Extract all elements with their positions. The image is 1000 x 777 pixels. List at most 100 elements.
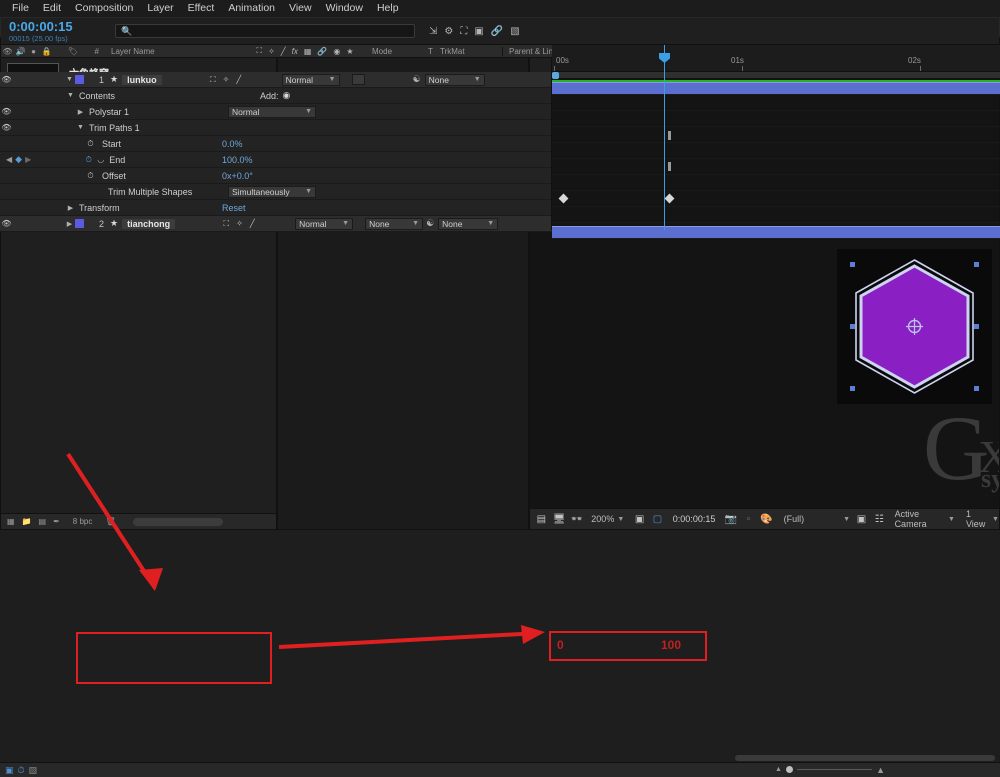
- hide-shy-layers-icon[interactable]: ⛶: [460, 26, 467, 37]
- transform-handle-bl[interactable]: [850, 386, 855, 391]
- track-row-trim-multiple[interactable]: [552, 191, 1000, 207]
- menu-item-animation[interactable]: Animation: [221, 0, 282, 17]
- parent-link-select[interactable]: None ▼: [424, 73, 485, 86]
- 3d-glasses-icon[interactable]: 👓: [571, 512, 584, 527]
- channel-icon[interactable]: 🎨: [760, 512, 773, 527]
- zoom-level-select[interactable]: 200% ▼: [591, 514, 624, 524]
- work-area-start-handle[interactable]: [552, 72, 559, 79]
- keyframe-next-icon[interactable]: ▶: [25, 155, 31, 164]
- property-value[interactable]: 100.0%: [222, 155, 253, 165]
- menu-item-file[interactable]: File: [5, 0, 36, 17]
- layer-twirl-icon[interactable]: ▼: [64, 76, 75, 83]
- track-row-contents[interactable]: [552, 95, 1000, 111]
- zoom-in-icon[interactable]: ▲: [876, 765, 885, 775]
- track-row-offset[interactable]: [552, 175, 1000, 191]
- track-row-transform[interactable]: [552, 207, 1000, 223]
- chevron-down-icon[interactable]: ▼: [474, 76, 481, 83]
- chevron-down-icon[interactable]: ▼: [843, 516, 850, 523]
- chevron-down-icon[interactable]: ▼: [617, 516, 624, 523]
- property-row-trim-multiple-shapes[interactable]: Trim Multiple Shapes Simultaneously ▼: [0, 184, 552, 200]
- parent-pickwhip-icon[interactable]: ☯: [426, 218, 434, 229]
- graph-editor-footer-icon[interactable]: ▧: [29, 765, 38, 776]
- motion-blur-icon[interactable]: 🔗: [491, 26, 503, 37]
- timeline-playhead[interactable]: [659, 45, 670, 230]
- property-row-polystar[interactable]: 👁 ▶ Polystar 1 Normal ▼: [0, 104, 552, 120]
- layer-label-color[interactable]: [75, 219, 84, 228]
- video-toggle[interactable]: 👁: [0, 219, 13, 228]
- trkmat-box[interactable]: [351, 74, 365, 85]
- transform-handle-ml[interactable]: [850, 324, 855, 329]
- toggle-transparency-icon[interactable]: ▤: [535, 512, 548, 527]
- adjust-exposure-icon[interactable]: ✒: [53, 517, 60, 526]
- parent-switch-icon[interactable]: ⛶: [210, 75, 216, 85]
- layer-mode-select[interactable]: Normal ▼: [281, 73, 340, 86]
- table-row[interactable]: 👁 ▼ 1 ★ lunkuo ⛶ ✧ ╱ Normal ▼ ☯ None ▼: [0, 72, 552, 88]
- layer-name[interactable]: tianchong: [122, 218, 176, 229]
- menu-item-window[interactable]: Window: [319, 0, 370, 17]
- property-row-end[interactable]: ◀ ◆ ▶ ⏱ ◡ End 100.0%: [0, 152, 552, 168]
- chevron-down-icon[interactable]: ▼: [487, 220, 494, 227]
- main-viewer-icon[interactable]: 🖥: [553, 512, 566, 527]
- mode-header[interactable]: Mode: [366, 47, 428, 56]
- zoom-slider-knob[interactable]: [785, 766, 793, 773]
- layer-name[interactable]: lunkuo: [122, 74, 162, 85]
- track-row-layer2[interactable]: [552, 223, 1000, 239]
- chevron-down-icon[interactable]: ▼: [329, 76, 336, 83]
- keyframe-diamond-end[interactable]: [664, 193, 675, 204]
- menu-item-effect[interactable]: Effect: [181, 0, 222, 17]
- keyframe-marker[interactable]: [668, 162, 671, 171]
- track-row-end[interactable]: [552, 159, 1000, 175]
- transform-handle-tl[interactable]: [850, 262, 855, 267]
- track-row-polystar[interactable]: [552, 111, 1000, 127]
- timeline-current-time[interactable]: 0:00:00:15: [1, 20, 101, 33]
- current-time-display[interactable]: 0:00:00:15: [673, 514, 716, 524]
- add-property-icon[interactable]: ◉: [283, 90, 291, 101]
- layer1-layer-bar[interactable]: [552, 82, 1000, 94]
- work-area-bar[interactable]: [552, 72, 1000, 79]
- transform-handle-br[interactable]: [974, 386, 979, 391]
- chevron-down-icon[interactable]: ▼: [305, 188, 312, 195]
- frame-blending-icon[interactable]: ▣: [474, 26, 483, 37]
- transform-reset-button[interactable]: Reset: [222, 203, 246, 213]
- region-of-interest-icon[interactable]: ▣: [633, 512, 646, 527]
- timeline-ruler[interactable]: 00s 01s 02s: [552, 45, 1000, 72]
- menu-item-edit[interactable]: Edit: [36, 0, 68, 17]
- trim-multiple-shapes-select[interactable]: Simultaneously ▼: [228, 185, 316, 198]
- snapshot-icon[interactable]: 📷: [724, 512, 737, 527]
- keyframe-diamond-start[interactable]: [558, 193, 569, 204]
- transform-twirl-icon[interactable]: ▶: [65, 204, 76, 212]
- chevron-down-icon[interactable]: ▼: [342, 220, 349, 227]
- table-row[interactable]: 👁 ▶ 2 ★ tianchong ⛶ ✧ ╱ Normal ▼ None ▼ …: [0, 216, 552, 232]
- keyframe-indicator-icon[interactable]: ◆: [15, 154, 22, 165]
- menu-item-layer[interactable]: Layer: [140, 0, 180, 17]
- draft-3d-icon[interactable]: ⚙: [444, 26, 453, 37]
- graph-editor-property-icon[interactable]: ◡: [97, 155, 104, 164]
- stopwatch-icon-active[interactable]: ⏱: [83, 155, 94, 165]
- toggle-mask-icon[interactable]: ▣: [855, 512, 868, 527]
- property-row-contents[interactable]: ▼ Contents Add: ◉: [0, 88, 552, 104]
- layer-name-header[interactable]: Layer Name: [99, 47, 244, 56]
- view-layout-select[interactable]: 1 View ▼: [966, 509, 999, 529]
- timeline-horizontal-scrollbar[interactable]: [735, 755, 995, 761]
- property-row-trim-paths[interactable]: 👁 ▼ Trim Paths 1: [0, 120, 552, 136]
- parent-switch-icon[interactable]: ⛶: [224, 219, 230, 229]
- auto-keyframe-icon[interactable]: ⏱: [18, 765, 25, 776]
- toggle-switches-modes-icon[interactable]: ▣: [5, 765, 14, 776]
- track-row-start[interactable]: [552, 143, 1000, 159]
- quality-switch-icon[interactable]: ╱: [250, 219, 255, 228]
- project-settings-icon[interactable]: ▤: [39, 517, 47, 526]
- stopwatch-icon[interactable]: ⏱: [85, 139, 96, 149]
- chevron-down-icon[interactable]: ▼: [948, 516, 955, 523]
- track-row-layer1[interactable]: [552, 79, 1000, 95]
- graph-editor-icon[interactable]: ▧: [510, 26, 519, 37]
- property-row-transform[interactable]: ▶ Transform Reset: [0, 200, 552, 216]
- menu-item-help[interactable]: Help: [370, 0, 406, 17]
- layer2-layer-bar[interactable]: [552, 226, 1000, 238]
- polystar-twirl-icon[interactable]: ▶: [75, 108, 86, 116]
- timeline-zoom-slider[interactable]: ▲ ▲: [775, 765, 885, 775]
- trkmat-header[interactable]: TrkMat: [440, 47, 502, 56]
- parent-link-select[interactable]: None ▼: [438, 217, 499, 230]
- layer-number-header[interactable]: #: [81, 47, 99, 56]
- quality-switch-icon[interactable]: ╱: [236, 75, 241, 84]
- contents-twirl-icon[interactable]: ▼: [65, 92, 76, 99]
